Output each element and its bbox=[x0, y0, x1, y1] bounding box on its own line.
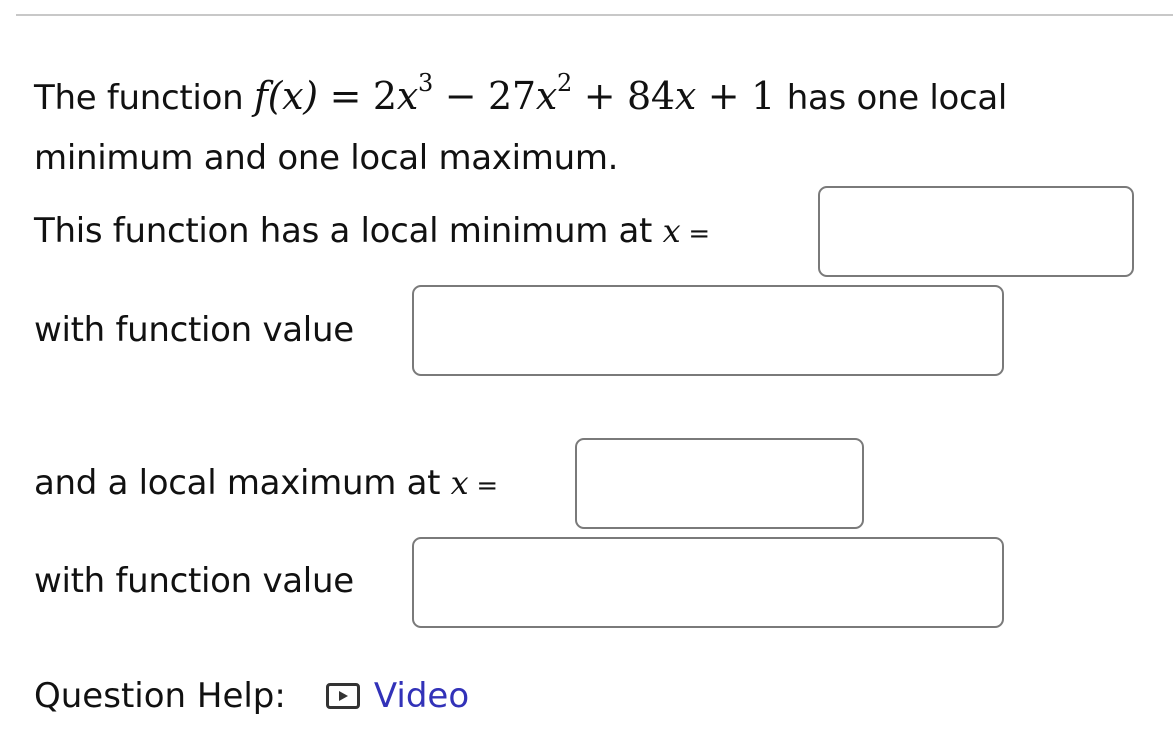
min-x-label: This function has a local minimum at x = bbox=[34, 211, 710, 251]
question-help-label: Question Help: bbox=[34, 676, 286, 716]
question-intro-line1: The function f(x) = 2x3 − 27x2 + 84x + 1… bbox=[34, 69, 1008, 118]
max-x-input[interactable] bbox=[575, 438, 864, 529]
question-help: Question Help: Video bbox=[34, 676, 469, 716]
top-divider bbox=[16, 14, 1173, 16]
intro-text-after: has one local bbox=[786, 78, 1008, 118]
min-x-input[interactable] bbox=[818, 186, 1134, 277]
video-help-link[interactable]: Video bbox=[374, 676, 469, 716]
max-value-input[interactable] bbox=[412, 537, 1004, 628]
min-value-input[interactable] bbox=[412, 285, 1004, 376]
min-value-label: with function value bbox=[34, 310, 354, 350]
video-play-icon[interactable] bbox=[325, 683, 360, 709]
max-x-label: and a local maximum at x = bbox=[34, 463, 498, 503]
max-value-label: with function value bbox=[34, 561, 354, 601]
function-formula: f(x) = 2x3 − 27x2 + 84x + 1 bbox=[253, 69, 775, 118]
question-intro-line2: minimum and one local maximum. bbox=[34, 138, 619, 178]
intro-text-before: The function bbox=[34, 78, 244, 118]
